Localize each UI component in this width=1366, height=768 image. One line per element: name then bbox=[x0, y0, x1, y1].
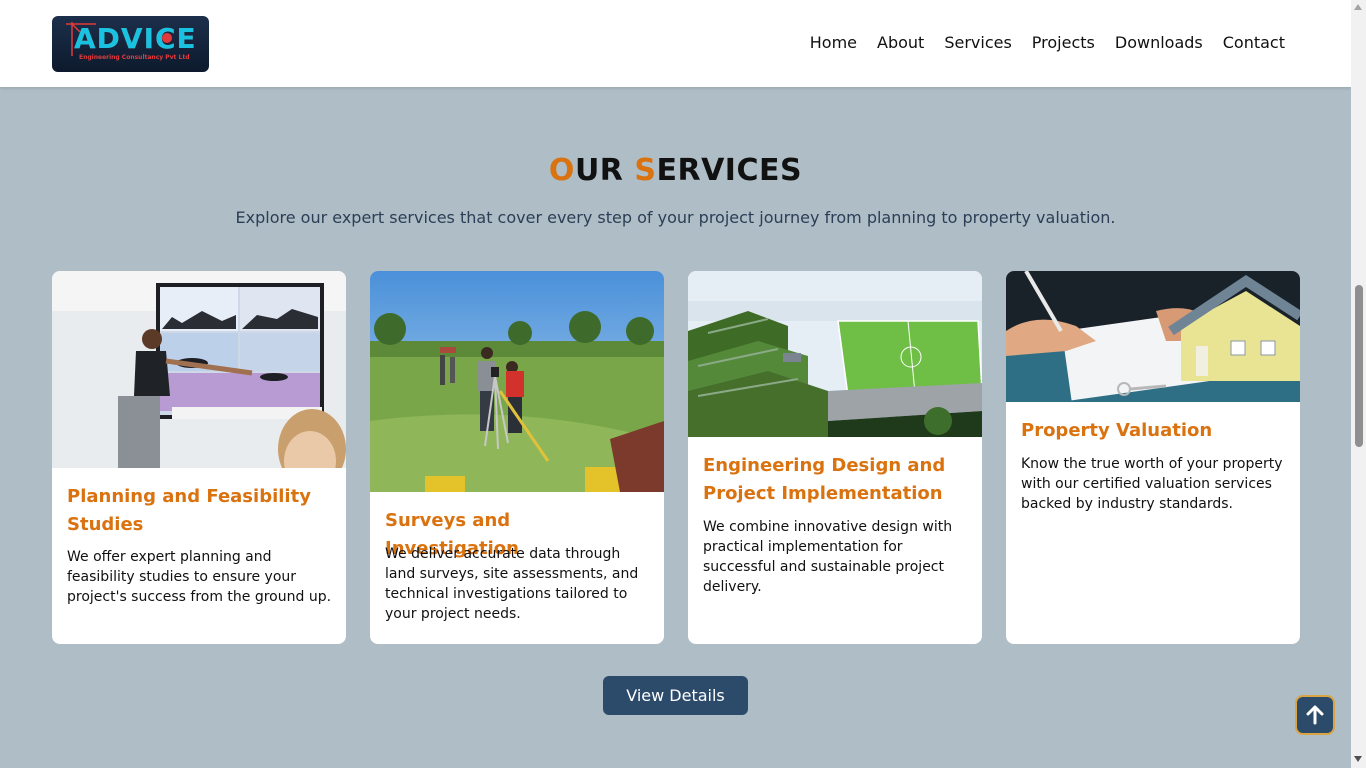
service-card-planning[interactable]: Planning and Feasibility Studies We offe… bbox=[52, 271, 346, 644]
card-title[interactable]: Planning and Feasibility Studies bbox=[67, 483, 332, 539]
nav-services[interactable]: Services bbox=[944, 31, 1011, 55]
nav-contact[interactable]: Contact bbox=[1223, 31, 1285, 55]
card-title[interactable]: Engineering Design and Project Implement… bbox=[703, 452, 968, 508]
scroll-down-arrow-icon[interactable] bbox=[1354, 756, 1362, 762]
vertical-scrollbar[interactable] bbox=[1351, 0, 1366, 768]
land-survey-photo bbox=[370, 271, 664, 492]
house-model-photo bbox=[1006, 271, 1300, 402]
section-title: OUR SERVICES bbox=[0, 153, 1351, 188]
section-subtitle: Explore our expert services that cover e… bbox=[235, 208, 1116, 227]
service-card-surveys[interactable]: Surveys and Investigation We deliver acc… bbox=[370, 271, 664, 644]
view-details-button[interactable]: View Details bbox=[603, 676, 748, 715]
nav-home[interactable]: Home bbox=[810, 31, 857, 55]
site-header: ADVICE Engineering Consultancy Pvt Ltd H… bbox=[0, 0, 1351, 87]
brand-logo[interactable]: ADVICE Engineering Consultancy Pvt Ltd bbox=[52, 16, 209, 72]
main-nav: Home About Services Projects Downloads C… bbox=[810, 31, 1285, 55]
nav-projects[interactable]: Projects bbox=[1032, 31, 1095, 55]
presentation-photo bbox=[52, 271, 346, 468]
scroll-to-top-button[interactable] bbox=[1295, 695, 1335, 735]
logo-wordmark: ADVICE bbox=[74, 22, 197, 55]
title-word-rest: UR bbox=[574, 153, 624, 188]
service-card-engineering[interactable]: Engineering Design and Project Implement… bbox=[688, 271, 982, 644]
title-word-rest: ERVICES bbox=[656, 153, 803, 188]
card-description: We deliver accurate data through land su… bbox=[385, 546, 639, 622]
card-description: We offer expert planning and feasibility… bbox=[67, 549, 332, 605]
card-description: Know the true worth of your property wit… bbox=[1021, 456, 1283, 512]
stadium-render bbox=[688, 271, 982, 437]
title-accent-letter: O bbox=[548, 153, 575, 188]
title-accent-letter: S bbox=[634, 153, 657, 188]
scroll-up-arrow-icon[interactable] bbox=[1354, 4, 1362, 10]
nav-downloads[interactable]: Downloads bbox=[1115, 31, 1203, 55]
card-title[interactable]: Property Valuation bbox=[1021, 417, 1286, 445]
nav-about[interactable]: About bbox=[877, 31, 924, 55]
card-description: We combine innovative design with practi… bbox=[703, 519, 953, 595]
scrollbar-thumb[interactable] bbox=[1355, 285, 1363, 447]
service-card-valuation[interactable]: Property Valuation Know the true worth o… bbox=[1006, 271, 1300, 644]
logo-tagline: Engineering Consultancy Pvt Ltd bbox=[79, 54, 190, 61]
arrow-up-icon bbox=[1306, 705, 1324, 725]
